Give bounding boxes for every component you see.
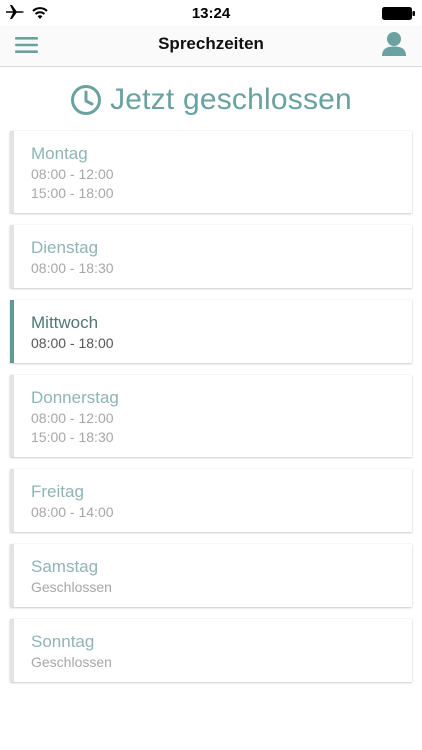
status-time: 13:24 bbox=[191, 5, 231, 22]
clock-icon bbox=[71, 85, 102, 115]
user-icon bbox=[382, 32, 406, 56]
day-card-mittwoch[interactable]: Mittwoch 08:00 - 18:00 bbox=[10, 300, 412, 363]
day-hours: 08:00 - 12:00 bbox=[31, 410, 114, 426]
nav-bar: Sprechzeiten bbox=[0, 26, 422, 67]
battery-icon bbox=[382, 7, 415, 20]
day-hours: Geschlossen bbox=[31, 654, 112, 670]
day-name: Dienstag bbox=[31, 238, 99, 257]
day-name: Montag bbox=[31, 144, 88, 163]
day-card-freitag[interactable]: Freitag 08:00 - 14:00 bbox=[10, 469, 412, 532]
day-hours: 08:00 - 14:00 bbox=[31, 504, 114, 520]
day-hours: 08:00 - 18:00 bbox=[31, 335, 114, 351]
day-card-sonntag[interactable]: Sonntag Geschlossen bbox=[10, 619, 412, 682]
opening-status: Jetzt geschlossen bbox=[0, 78, 422, 122]
opening-hours-list: Montag 08:00 - 12:00 15:00 - 18:00 Diens… bbox=[10, 131, 412, 694]
day-name: Donnerstag bbox=[31, 388, 119, 407]
day-name: Freitag bbox=[31, 482, 84, 501]
day-card-dienstag[interactable]: Dienstag 08:00 - 18:30 bbox=[10, 225, 412, 288]
day-card-samstag[interactable]: Samstag Geschlossen bbox=[10, 544, 412, 607]
day-hours: 15:00 - 18:30 bbox=[31, 429, 114, 445]
day-hours: 08:00 - 12:00 bbox=[31, 166, 114, 182]
day-hours: 15:00 - 18:00 bbox=[31, 185, 114, 201]
day-name: Sonntag bbox=[31, 632, 95, 651]
opening-status-text: Jetzt geschlossen bbox=[110, 83, 352, 116]
status-bar: 13:24 bbox=[0, 0, 422, 26]
day-card-montag[interactable]: Montag 08:00 - 12:00 15:00 - 18:00 bbox=[10, 131, 412, 213]
day-hours: 08:00 - 18:30 bbox=[31, 260, 114, 276]
day-name: Mittwoch bbox=[31, 313, 99, 332]
status-bar-right bbox=[382, 7, 416, 25]
page-title: Sprechzeiten bbox=[158, 34, 264, 53]
day-name: Samstag bbox=[31, 557, 99, 576]
day-card-donnerstag[interactable]: Donnerstag 08:00 - 12:00 15:00 - 18:30 bbox=[10, 375, 412, 457]
profile-button[interactable] bbox=[380, 30, 408, 60]
day-hours: Geschlossen bbox=[31, 579, 112, 595]
